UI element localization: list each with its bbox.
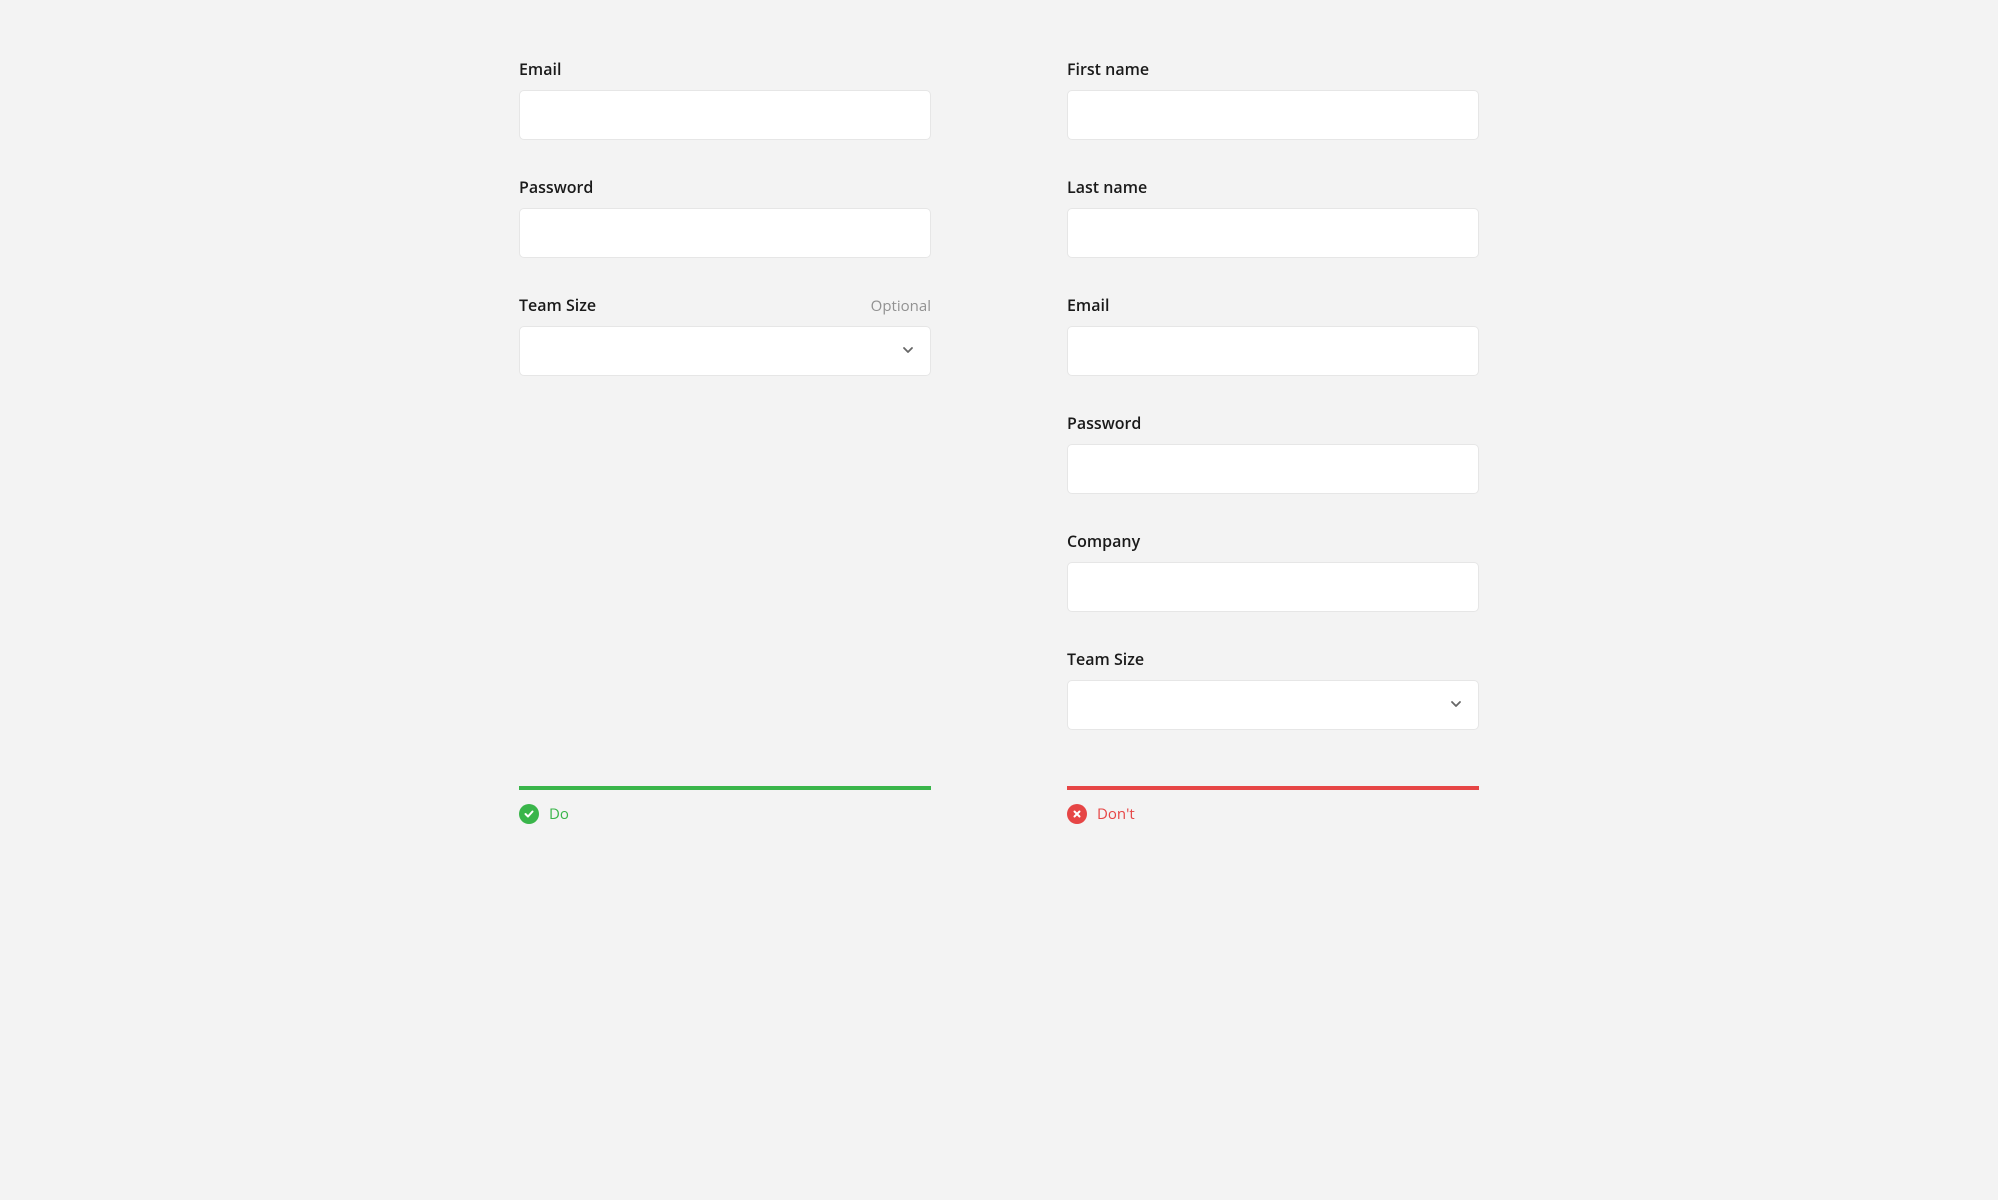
- label-row: Email: [1067, 294, 1479, 316]
- check-circle-icon: [519, 804, 539, 824]
- password-field-group: Password: [519, 176, 931, 258]
- last-name-label: Last name: [1067, 176, 1147, 198]
- dont-divider: [1067, 786, 1479, 790]
- team-size-select-wrapper: [1067, 680, 1479, 730]
- password-field-group: Password: [1067, 412, 1479, 494]
- label-row: Password: [519, 176, 931, 198]
- label-row: Last name: [1067, 176, 1479, 198]
- password-input[interactable]: [1067, 444, 1479, 494]
- team-size-select-wrapper: [519, 326, 931, 376]
- first-name-input[interactable]: [1067, 90, 1479, 140]
- company-label: Company: [1067, 530, 1140, 552]
- label-row: Password: [1067, 412, 1479, 434]
- label-row: Team Size Optional: [519, 294, 931, 316]
- password-input[interactable]: [519, 208, 931, 258]
- email-input[interactable]: [1067, 326, 1479, 376]
- company-input[interactable]: [1067, 562, 1479, 612]
- dont-caption-row: Don't: [1067, 804, 1479, 824]
- first-name-field-group: First name: [1067, 58, 1479, 140]
- x-circle-icon: [1067, 804, 1087, 824]
- team-size-select[interactable]: [519, 326, 931, 376]
- optional-label: Optional: [871, 296, 931, 316]
- do-divider: [519, 786, 931, 790]
- team-size-field-group: Team Size: [1067, 648, 1479, 730]
- email-label: Email: [519, 58, 561, 80]
- label-row: Team Size: [1067, 648, 1479, 670]
- do-caption: Do: [549, 804, 569, 824]
- do-form: Email Password Team Size Optional: [519, 58, 931, 766]
- email-field-group: Email: [1067, 294, 1479, 376]
- password-label: Password: [1067, 412, 1141, 434]
- dont-caption: Don't: [1097, 804, 1135, 824]
- company-field-group: Company: [1067, 530, 1479, 612]
- password-label: Password: [519, 176, 593, 198]
- last-name-input[interactable]: [1067, 208, 1479, 258]
- email-label: Email: [1067, 294, 1109, 316]
- team-size-label: Team Size: [1067, 648, 1144, 670]
- label-row: Company: [1067, 530, 1479, 552]
- team-size-select[interactable]: [1067, 680, 1479, 730]
- label-row: First name: [1067, 58, 1479, 80]
- do-caption-row: Do: [519, 804, 931, 824]
- do-footer: Do: [519, 786, 931, 824]
- comparison-container: Email Password Team Size Optional: [519, 58, 1479, 824]
- email-field-group: Email: [519, 58, 931, 140]
- dont-form: First name Last name Email Password: [1067, 58, 1479, 766]
- label-row: Email: [519, 58, 931, 80]
- dont-column: First name Last name Email Password: [1067, 58, 1479, 824]
- team-size-label: Team Size: [519, 294, 596, 316]
- email-input[interactable]: [519, 90, 931, 140]
- do-column: Email Password Team Size Optional: [519, 58, 931, 824]
- last-name-field-group: Last name: [1067, 176, 1479, 258]
- first-name-label: First name: [1067, 58, 1149, 80]
- team-size-field-group: Team Size Optional: [519, 294, 931, 376]
- dont-footer: Don't: [1067, 786, 1479, 824]
